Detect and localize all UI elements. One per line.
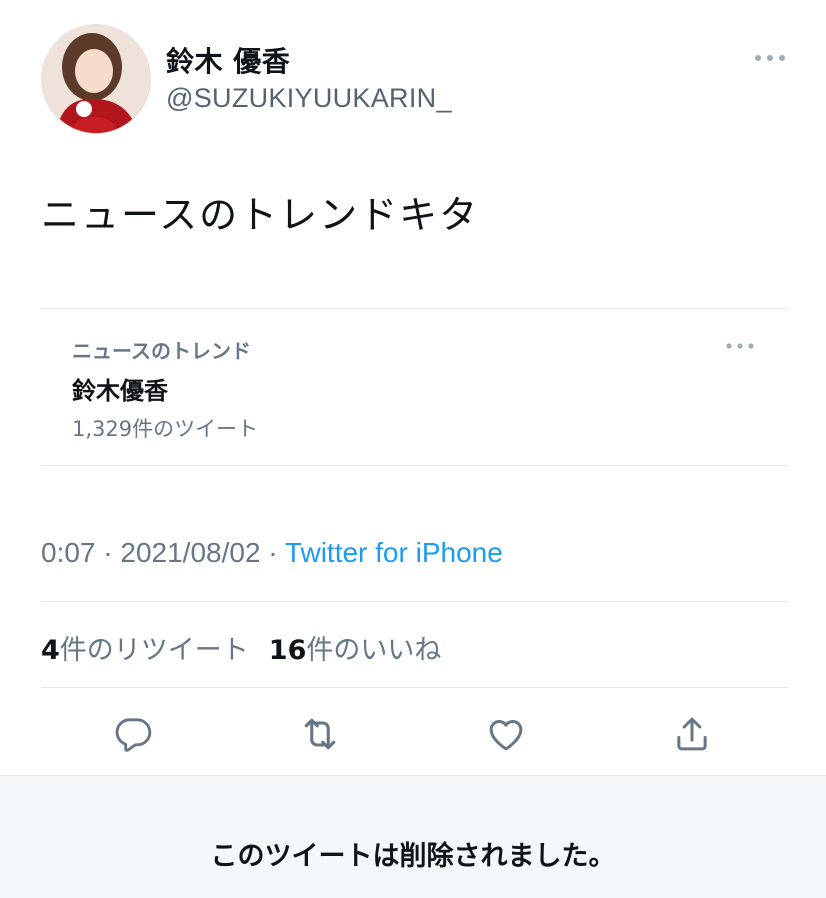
trend-more-icon[interactable]	[724, 337, 756, 355]
like-icon	[489, 720, 523, 751]
reply-button[interactable]	[112, 712, 156, 756]
avatar-photo	[42, 25, 150, 133]
tweet-meta: 0:07 · 2021/08/02 · Twitter for iPhone	[41, 537, 503, 569]
divider	[41, 687, 788, 688]
likes-stat[interactable]: 16件のいいね	[269, 635, 442, 666]
avatar[interactable]	[41, 24, 151, 134]
share-button[interactable]	[670, 712, 714, 756]
user-display-name[interactable]: 鈴木 優香	[166, 40, 290, 80]
likes-label: 件のいいね	[306, 635, 442, 666]
reply-icon	[115, 718, 152, 752]
like-button[interactable]	[484, 712, 528, 756]
tweet-source-link[interactable]: Twitter for iPhone	[285, 537, 503, 568]
retweet-button[interactable]	[298, 712, 342, 756]
retweets-count: 4	[41, 635, 60, 666]
tweet-text: ニュースのトレンドキタ	[41, 193, 480, 237]
tweet-stats: 4件のリツイート 16件のいいね	[41, 628, 441, 667]
trend-title[interactable]: 鈴木優香	[72, 371, 168, 406]
meta-separator: ·	[260, 537, 285, 568]
trend-tweet-count: 1,329件のツイート	[72, 417, 259, 441]
user-handle[interactable]: @SUZUKIYUUKARIN_	[166, 83, 452, 114]
retweets-label: 件のリツイート	[59, 635, 249, 666]
trend-context: ニュースのトレンド	[72, 339, 251, 363]
deleted-notice-text: このツイートは削除されました。	[210, 841, 616, 872]
tweet-time[interactable]: 0:07	[41, 537, 96, 568]
retweet-icon	[304, 718, 336, 750]
retweets-stat[interactable]: 4件のリツイート	[41, 635, 249, 666]
meta-separator: ·	[95, 537, 121, 568]
divider	[41, 601, 788, 602]
divider	[41, 465, 788, 466]
divider	[41, 308, 788, 309]
share-icon	[677, 717, 707, 751]
tweet-date[interactable]: 2021/08/02	[120, 537, 260, 568]
more-options-icon[interactable]	[752, 48, 788, 68]
likes-count: 16	[268, 635, 307, 666]
